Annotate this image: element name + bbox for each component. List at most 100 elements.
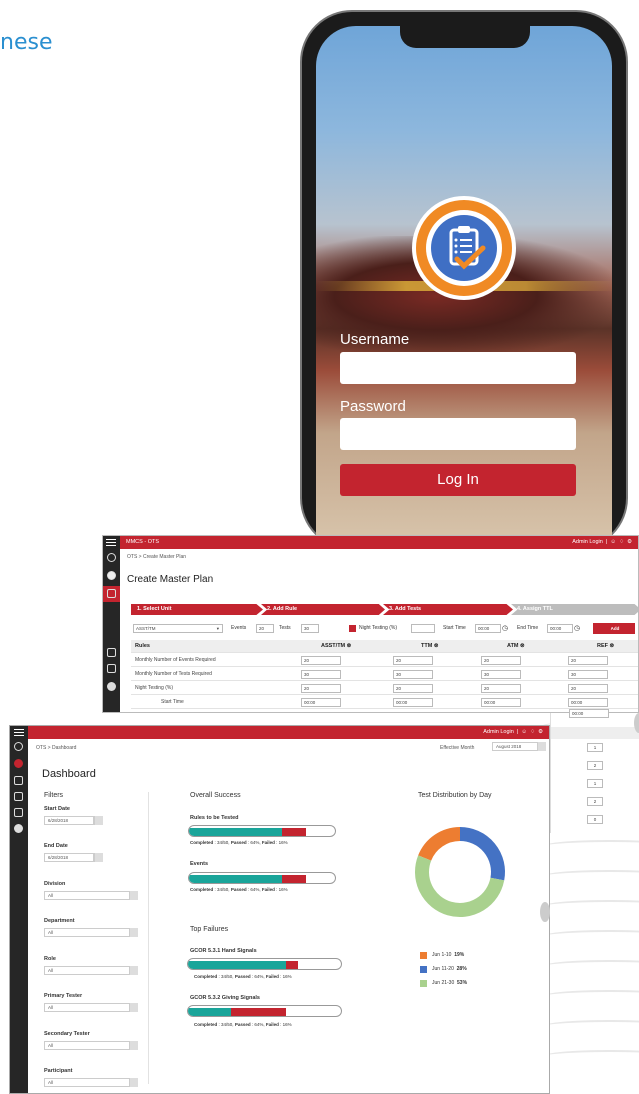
chevron-down-icon[interactable]: [129, 891, 138, 900]
value-stepper[interactable]: 30: [481, 670, 521, 679]
time-input[interactable]: 00:00: [568, 698, 608, 707]
bell-icon[interactable]: ♢: [530, 729, 535, 735]
failed-segment: [282, 875, 306, 883]
end-time-input[interactable]: 00:00: [547, 624, 573, 633]
events-input[interactable]: 20: [256, 624, 274, 633]
step-select-unit[interactable]: 1. Select Unit: [131, 604, 263, 615]
user-name[interactable]: Admin Login: [483, 729, 514, 735]
chevron-down-icon[interactable]: [129, 1003, 138, 1012]
time-input[interactable]: 00:00: [301, 698, 341, 707]
effective-month-input[interactable]: August 2018: [492, 742, 538, 751]
app-logo: [412, 196, 516, 300]
filter-label: Start Date: [44, 806, 70, 812]
step-add-tests[interactable]: 3. Add Tests: [383, 604, 513, 615]
calendar-icon[interactable]: [537, 742, 546, 751]
events-progress-bar: [188, 872, 336, 884]
clock-icon[interactable]: ◷: [502, 624, 508, 632]
chevron-down-icon[interactable]: [129, 966, 138, 975]
value-stepper[interactable]: 30: [301, 670, 341, 679]
step-assign-ttl[interactable]: 4. Assign TTL: [511, 604, 638, 615]
chevron-down-icon[interactable]: [129, 1078, 138, 1087]
filter-select[interactable]: All: [44, 966, 130, 975]
carousel-next-handle[interactable]: [634, 713, 639, 733]
value-stepper[interactable]: 20: [481, 656, 521, 665]
calendar-icon[interactable]: [94, 816, 103, 825]
calendar-icon[interactable]: [14, 776, 23, 785]
value-stepper[interactable]: 20: [568, 684, 608, 693]
step-add-rule[interactable]: 2. Add Rule: [261, 604, 385, 615]
back-icon[interactable]: [14, 742, 23, 751]
value-stepper[interactable]: 20: [393, 684, 433, 693]
ttl-value[interactable]: 2: [587, 761, 603, 770]
value-stepper[interactable]: 20: [393, 656, 433, 665]
ttl-value[interactable]: 1: [587, 743, 603, 752]
top-bar: Admin Login | ☺ ♢ ⚙: [28, 726, 549, 739]
start-time-input[interactable]: 00:00: [475, 624, 501, 633]
value-stepper[interactable]: 20: [301, 656, 341, 665]
login-button[interactable]: Log In: [340, 464, 576, 496]
ttl-value[interactable]: 1: [587, 779, 603, 788]
night-testing-checkbox[interactable]: [349, 625, 356, 632]
settings-icon[interactable]: ⚙: [538, 729, 543, 735]
chart-icon[interactable]: [107, 571, 116, 580]
sidebar: [103, 536, 120, 712]
value-stepper[interactable]: 20: [301, 684, 341, 693]
date-input[interactable]: 6/28/2018: [44, 816, 94, 825]
time-input[interactable]: 00:00: [393, 698, 433, 707]
filter-select[interactable]: All: [44, 1041, 130, 1050]
chart-icon[interactable]: [14, 759, 23, 768]
document-icon[interactable]: [14, 808, 23, 817]
back-icon[interactable]: [107, 553, 116, 562]
clock-icon[interactable]: ◷: [574, 624, 580, 632]
legend-item: Jun 1-10 19%: [432, 952, 465, 958]
settings-icon[interactable]: ⚙: [627, 539, 632, 545]
clipboard-icon[interactable]: [107, 648, 116, 657]
sidebar-item-plan[interactable]: [103, 586, 120, 602]
gear-icon[interactable]: [107, 682, 116, 691]
document-icon[interactable]: [107, 664, 116, 673]
calendar-icon[interactable]: [94, 853, 103, 862]
user-icon[interactable]: ☺: [521, 729, 527, 735]
menu-icon[interactable]: [106, 539, 116, 546]
gear-icon[interactable]: [14, 824, 23, 833]
unit-select[interactable]: ASST/TM ▾: [133, 624, 223, 633]
menu-icon[interactable]: [14, 729, 24, 736]
tests-label: Tests: [279, 625, 291, 631]
date-input[interactable]: 6/28/2018: [44, 853, 94, 862]
chevron-down-icon[interactable]: [129, 1041, 138, 1050]
carousel-prev-handle[interactable]: [540, 902, 550, 922]
tests-input[interactable]: 30: [301, 624, 319, 633]
ttl-value[interactable]: 2: [587, 797, 603, 806]
night-testing-input[interactable]: [411, 624, 435, 633]
value-stepper[interactable]: 20: [481, 684, 521, 693]
username-input[interactable]: [340, 352, 576, 384]
user-icon[interactable]: ☺: [610, 539, 616, 545]
passed-segment: [189, 875, 283, 883]
row-label: Monthly Number of Events Required: [135, 657, 216, 663]
filter-select[interactable]: All: [44, 891, 130, 900]
bar-stats: Completed : 34/50, Passed : 64%, Failed …: [194, 1022, 292, 1027]
bar-stats: Completed : 34/50, Passed : 64%, Failed …: [190, 887, 288, 892]
clipboard-icon[interactable]: [14, 792, 23, 801]
ttl-value[interactable]: 0: [587, 815, 603, 824]
password-input[interactable]: [340, 418, 576, 450]
passed-segment: [188, 961, 286, 969]
value-stepper[interactable]: 30: [568, 670, 608, 679]
value-stepper[interactable]: 30: [393, 670, 433, 679]
unit-select-value: ASST/TM: [136, 626, 156, 631]
chevron-down-icon[interactable]: [129, 928, 138, 937]
time-input[interactable]: 00:00: [569, 709, 609, 718]
add-button[interactable]: Add: [593, 623, 635, 634]
breadcrumb: OTS > Dashboard: [36, 745, 77, 751]
bell-icon[interactable]: ♢: [619, 539, 624, 545]
filter-select[interactable]: All: [44, 1078, 130, 1087]
filter-select[interactable]: All: [44, 928, 130, 937]
top-bar: MMCS - OTS Admin Login | ☺ ♢ ⚙: [120, 536, 638, 549]
user-name[interactable]: Admin Login: [572, 539, 603, 545]
filters-title: Filters: [44, 792, 64, 799]
filter-select[interactable]: All: [44, 1003, 130, 1012]
failed-segment: [230, 1008, 286, 1016]
value-stepper[interactable]: 20: [568, 656, 608, 665]
time-input[interactable]: 00:00: [481, 698, 521, 707]
filter-label: Department: [44, 918, 75, 924]
